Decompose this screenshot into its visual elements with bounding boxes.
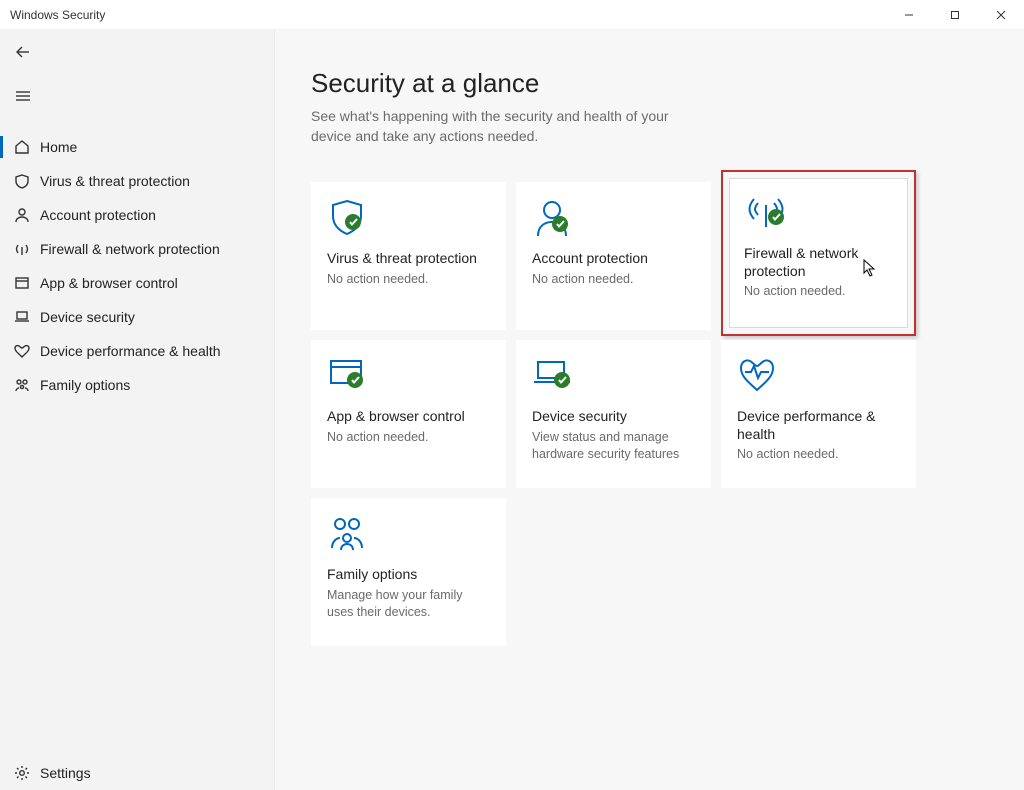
browser-icon: [14, 275, 40, 291]
card-subtitle: No action needed.: [327, 271, 490, 288]
sidebar-item-performance[interactable]: Device performance & health: [0, 334, 274, 368]
sidebar-item-virus[interactable]: Virus & threat protection: [0, 164, 274, 198]
sidebar-item-home[interactable]: Home: [0, 130, 274, 164]
person-icon: [14, 207, 40, 223]
page-subtitle: See what's happening with the security a…: [311, 107, 671, 146]
sidebar-item-label: Account protection: [40, 207, 156, 223]
heart-icon: [14, 343, 40, 359]
close-button[interactable]: [978, 0, 1024, 30]
card-title: Device security: [532, 408, 695, 426]
card-title: Virus & threat protection: [327, 250, 490, 268]
card-title: App & browser control: [327, 408, 490, 426]
card-subtitle: No action needed.: [744, 283, 893, 300]
highlight-annotation: Firewall & network protection No action …: [721, 170, 916, 336]
shield-icon: [14, 173, 40, 189]
card-subtitle: View status and manage hardware security…: [532, 429, 695, 463]
browser-check-icon: [327, 356, 490, 398]
gear-icon: [14, 765, 40, 781]
hamburger-menu-button[interactable]: [0, 78, 274, 114]
minimize-button[interactable]: [886, 0, 932, 30]
back-button[interactable]: [0, 34, 274, 70]
antenna-icon: [14, 241, 40, 257]
card-subtitle: Manage how your family uses their device…: [327, 587, 490, 621]
window-title: Windows Security: [10, 8, 105, 22]
card-app-browser[interactable]: App & browser control No action needed.: [311, 340, 506, 488]
card-subtitle: No action needed.: [532, 271, 695, 288]
card-firewall-highlighted[interactable]: Firewall & network protection No action …: [721, 182, 916, 330]
shield-check-icon: [327, 198, 490, 240]
sidebar-item-label: Family options: [40, 377, 130, 393]
laptop-icon: [14, 309, 40, 325]
sidebar-item-account[interactable]: Account protection: [0, 198, 274, 232]
card-title: Account protection: [532, 250, 695, 268]
laptop-check-icon: [532, 356, 695, 398]
card-virus-threat[interactable]: Virus & threat protection No action need…: [311, 182, 506, 330]
family-icon: [14, 377, 40, 393]
card-subtitle: No action needed.: [737, 446, 900, 463]
card-grid: Virus & threat protection No action need…: [311, 182, 988, 646]
sidebar-item-settings[interactable]: Settings: [0, 756, 274, 790]
sidebar-item-label: Firewall & network protection: [40, 241, 220, 257]
sidebar: Home Virus & threat protection Account p…: [0, 30, 275, 790]
home-icon: [14, 139, 40, 155]
sidebar-item-family[interactable]: Family options: [0, 368, 274, 402]
family-icon: [327, 514, 490, 556]
sidebar-item-device-security[interactable]: Device security: [0, 300, 274, 334]
sidebar-item-label: Settings: [40, 765, 91, 781]
card-performance-health[interactable]: Device performance & health No action ne…: [721, 340, 916, 488]
sidebar-item-app-browser[interactable]: App & browser control: [0, 266, 274, 300]
card-title: Family options: [327, 566, 490, 584]
sidebar-item-label: Home: [40, 139, 77, 155]
sidebar-item-label: Virus & threat protection: [40, 173, 190, 189]
person-check-icon: [532, 198, 695, 240]
page-title: Security at a glance: [311, 68, 988, 99]
card-subtitle: No action needed.: [327, 429, 490, 446]
maximize-button[interactable]: [932, 0, 978, 30]
card-device-security[interactable]: Device security View status and manage h…: [516, 340, 711, 488]
sidebar-item-label: Device performance & health: [40, 343, 221, 359]
antenna-check-icon: [744, 193, 893, 235]
card-title: Firewall & network protection: [744, 245, 893, 280]
heart-pulse-icon: [737, 356, 900, 398]
sidebar-item-label: App & browser control: [40, 275, 178, 291]
card-family-options[interactable]: Family options Manage how your family us…: [311, 498, 506, 646]
title-bar: Windows Security: [0, 0, 1024, 30]
main-content: Security at a glance See what's happenin…: [275, 30, 1024, 790]
card-title: Device performance & health: [737, 408, 900, 443]
card-account-protection[interactable]: Account protection No action needed.: [516, 182, 711, 330]
sidebar-item-firewall[interactable]: Firewall & network protection: [0, 232, 274, 266]
sidebar-item-label: Device security: [40, 309, 135, 325]
